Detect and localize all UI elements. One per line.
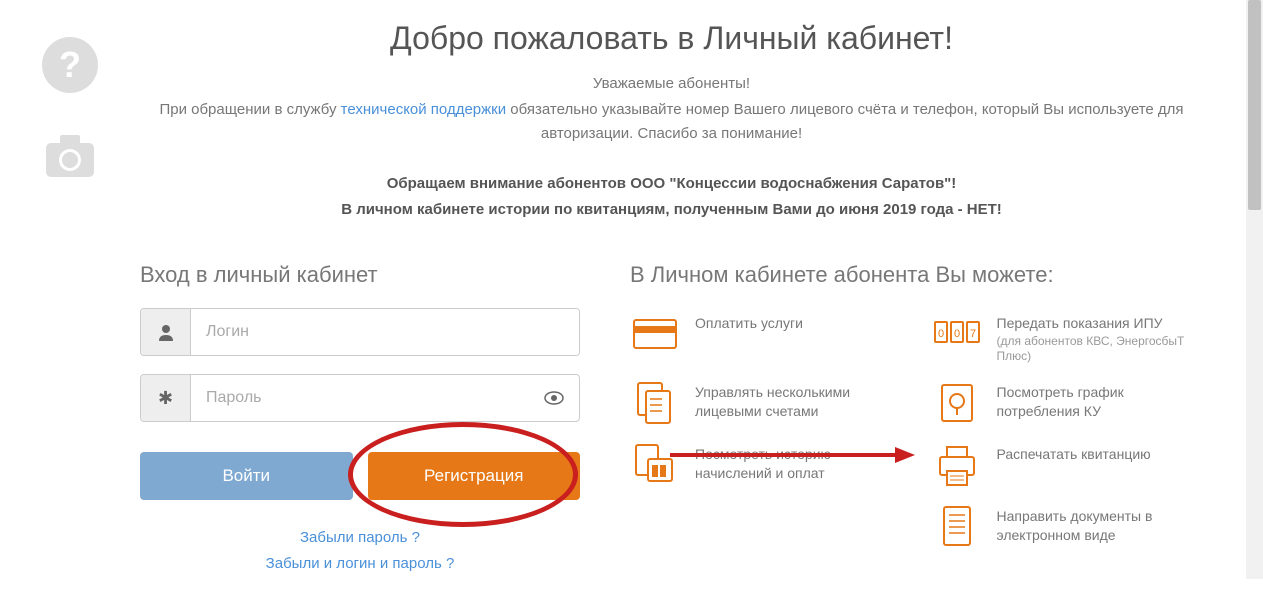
- chart-icon: [932, 377, 982, 427]
- show-password-icon[interactable]: [529, 375, 579, 421]
- feature-send-docs: Направить документы в электронном виде: [932, 501, 1204, 551]
- password-input-group: ✱: [140, 374, 580, 422]
- support-link[interactable]: технической поддержки: [341, 101, 506, 118]
- register-button[interactable]: Регистрация: [368, 452, 581, 500]
- feature-accounts: Управлять несколькими лицевыми счетами: [630, 377, 902, 427]
- document-lines-icon: [932, 501, 982, 551]
- page-title: Добро пожаловать в Личный кабинет!: [140, 20, 1203, 57]
- login-heading: Вход в личный кабинет: [140, 262, 580, 288]
- svg-text:0: 0: [953, 328, 959, 340]
- history-icon: [630, 439, 680, 489]
- documents-icon: [630, 377, 680, 427]
- svg-text:0: 0: [937, 328, 943, 340]
- scrollbar-thumb[interactable]: [1248, 0, 1261, 210]
- scrollbar[interactable]: [1246, 0, 1263, 579]
- user-icon: [141, 309, 191, 355]
- warning-text: Обращаем внимание абонентов ООО "Концесс…: [140, 171, 1203, 222]
- feature-pay: Оплатить услуги: [630, 308, 902, 365]
- forgot-password-link[interactable]: Забыли пароль ?: [140, 525, 580, 551]
- password-input[interactable]: [191, 375, 529, 421]
- notice-text: При обращении в службу технической подде…: [140, 98, 1203, 146]
- feature-empty: [630, 501, 902, 551]
- svg-text:?: ?: [59, 44, 81, 85]
- asterisk-icon: ✱: [141, 375, 191, 421]
- feature-history: Посмотреть историю начислений и оплат: [630, 439, 902, 489]
- login-button[interactable]: Войти: [140, 452, 353, 500]
- feature-chart: Посмотреть график потребления КУ: [932, 377, 1204, 427]
- features-heading: В Личном кабинете абонента Вы можете:: [630, 262, 1203, 288]
- printer-icon: [932, 439, 982, 489]
- credit-card-icon: [630, 308, 680, 358]
- forgot-login-link[interactable]: Забыли и логин и пароль ?: [140, 551, 580, 577]
- feature-meter: 007 Передать показания ИПУ (для абоненто…: [932, 308, 1204, 365]
- meter-icon: 007: [932, 308, 982, 358]
- login-input-group: [140, 308, 580, 356]
- feature-print: Распечатать квитанцию: [932, 439, 1204, 489]
- svg-text:7: 7: [969, 328, 975, 340]
- login-input[interactable]: [191, 309, 579, 355]
- help-icon[interactable]: ?: [40, 35, 100, 95]
- camera-icon[interactable]: [40, 125, 100, 185]
- greeting-text: Уважаемые абоненты!: [140, 75, 1203, 92]
